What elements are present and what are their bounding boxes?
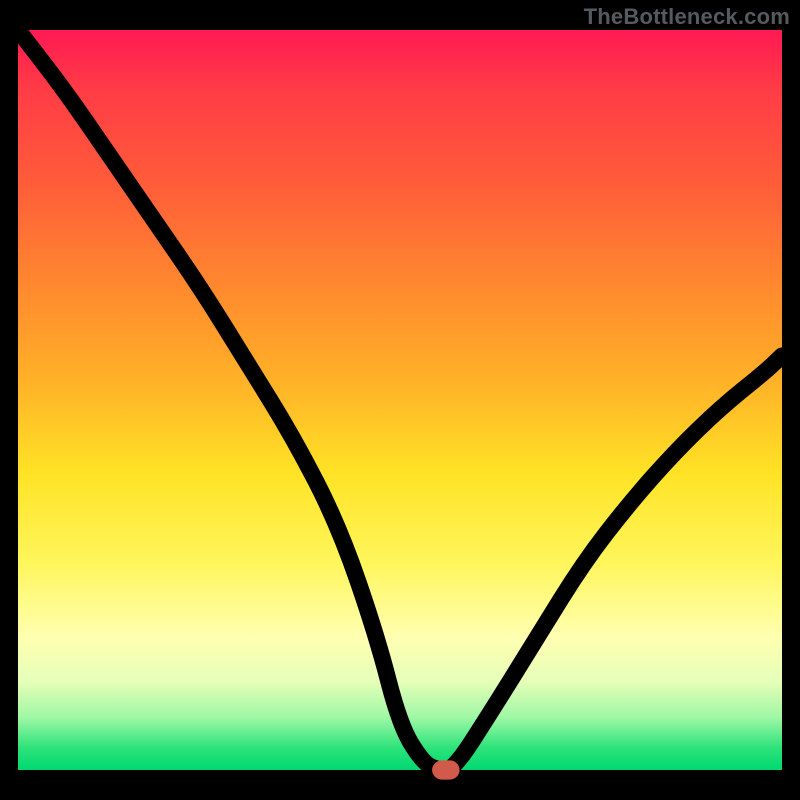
plot-area <box>18 30 782 770</box>
chart-frame: TheBottleneck.com <box>0 0 800 800</box>
min-point-marker <box>436 764 456 776</box>
bottleneck-curve <box>18 30 782 770</box>
watermark-text: TheBottleneck.com <box>584 4 790 30</box>
chart-svg <box>18 30 782 770</box>
